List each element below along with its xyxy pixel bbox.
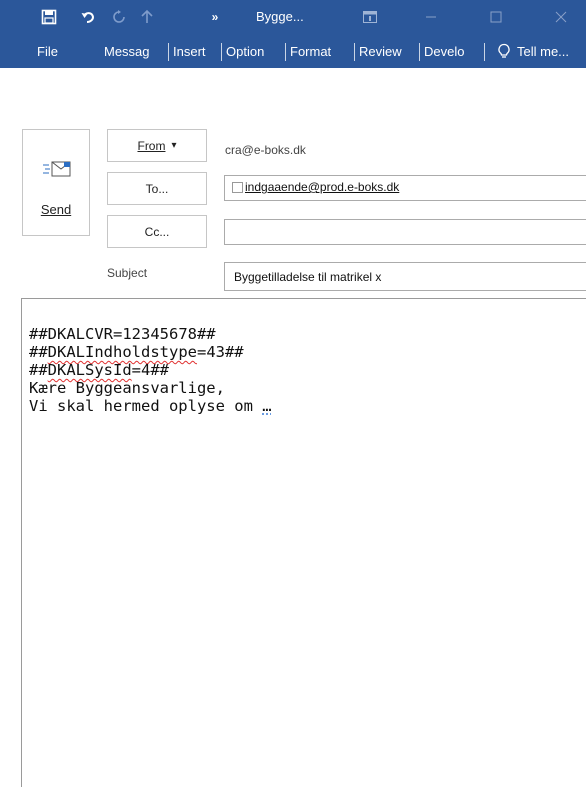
more-label: » — [211, 10, 219, 24]
redo-icon[interactable] — [108, 7, 130, 27]
save-icon[interactable] — [38, 7, 60, 27]
window-title: Bygge... — [256, 9, 304, 24]
maximize-icon[interactable] — [484, 8, 508, 26]
title-bar: » Bygge... File Messag Insert Option For… — [0, 0, 586, 68]
cc-label: Cc... — [144, 224, 170, 239]
subject-field[interactable]: Byggetilladelse til matrikel x — [224, 262, 586, 291]
tab-review[interactable]: Review — [359, 34, 402, 68]
ribbon-display-icon[interactable] — [358, 8, 382, 26]
tab-options[interactable]: Option — [226, 34, 264, 68]
tab-message[interactable]: Messag — [104, 34, 167, 68]
body-line: Kære Byggeansvarlige, — [29, 379, 225, 397]
cc-button[interactable]: Cc... — [107, 215, 207, 248]
tab-label: Review — [359, 43, 402, 59]
tab-separator — [221, 43, 222, 61]
tab-separator — [484, 43, 485, 61]
cc-field[interactable] — [224, 219, 586, 245]
subject-value: Byggetilladelse til matrikel x — [234, 270, 382, 284]
send-icon — [43, 161, 71, 177]
quick-access-toolbar: » Bygge... — [0, 0, 586, 34]
more-icon[interactable]: » — [204, 7, 226, 27]
close-icon[interactable] — [549, 8, 573, 26]
up-arrow-icon[interactable] — [136, 7, 158, 27]
tab-label: Option — [226, 43, 265, 59]
body-line: ##DKALSysId=4## — [29, 361, 169, 379]
tab-separator — [419, 43, 420, 61]
from-button[interactable]: From ▾ — [107, 129, 207, 162]
tab-separator — [168, 43, 169, 61]
tab-file[interactable]: File — [37, 34, 58, 68]
message-body[interactable]: ##DKALCVR=12345678## ##DKALIndholdstype=4… — [21, 298, 586, 787]
tab-label: Messag — [104, 43, 150, 59]
tell-me-label: Tell me... — [517, 43, 570, 59]
body-text: ##DKALCVR=12345678## ##DKALIndholdstype=4… — [29, 325, 272, 415]
tab-insert[interactable]: Insert — [173, 34, 206, 68]
send-button[interactable]: Send — [22, 129, 90, 236]
tab-developer[interactable]: Develo — [424, 34, 480, 68]
recipient-chip[interactable]: indgaaende@prod.e-boks.dk — [232, 180, 399, 194]
tab-label: Develo — [424, 43, 465, 59]
to-button[interactable]: To... — [107, 172, 207, 205]
body-line: ##DKALCVR=12345678## — [29, 325, 216, 343]
recipient-address: indgaaende@prod.e-boks.dk — [245, 180, 400, 194]
tab-format[interactable]: Format — [290, 34, 331, 68]
chevron-down-icon: ▾ — [171, 140, 177, 151]
from-label: From — [137, 138, 166, 153]
undo-icon[interactable] — [77, 7, 99, 27]
from-address: cra@e-boks.dk — [225, 143, 306, 157]
tab-separator — [285, 43, 286, 61]
subject-label: Subject — [107, 266, 148, 280]
tab-label: File — [37, 43, 58, 59]
tell-me-search[interactable]: Tell me... — [497, 34, 569, 68]
tab-separator — [354, 43, 355, 61]
lightbulb-icon — [498, 43, 510, 58]
send-label: Send — [40, 202, 72, 217]
body-line: ##DKALIndholdstype=43## — [29, 343, 244, 361]
tab-label: Insert — [173, 43, 206, 59]
minimize-icon[interactable] — [419, 8, 443, 26]
to-label: To... — [145, 181, 169, 196]
body-line: Vi skal hermed oplyse om … — [29, 397, 272, 415]
ribbon-tabs: File Messag Insert Option Format Review … — [0, 34, 586, 68]
recipient-checkbox — [232, 181, 243, 193]
tab-label: Format — [290, 43, 332, 59]
to-field[interactable]: indgaaende@prod.e-boks.dk — [224, 175, 586, 201]
